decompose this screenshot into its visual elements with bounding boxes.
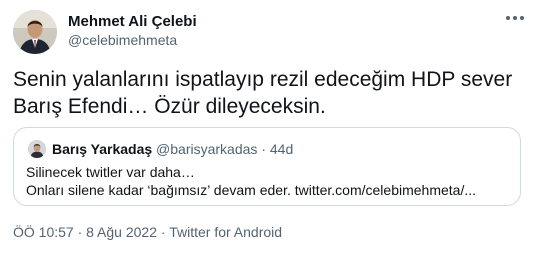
quoted-time[interactable]: 44d [270,141,293,157]
quoted-header: Barış Yarkadaş @barisyarkadas · 44d [52,141,293,157]
separator-dot: · [160,224,166,240]
tweet-text: Senin yalanlarını ispatlayıp rezil edece… [13,66,533,120]
separator-dot: · [261,141,266,157]
author-avatar-image [13,10,57,54]
tweet-source[interactable]: Twitter for Android [169,224,282,240]
quoted-tweet[interactable]: Barış Yarkadaş @barisyarkadas · 44d Sili… [13,127,521,206]
quoted-author-name[interactable]: Barış Yarkadaş [52,141,152,157]
tweet-time[interactable]: ÖÖ 10:57 [13,224,74,240]
tweet-meta: ÖÖ 10:57 · 8 Ağu 2022 · Twitter for Andr… [13,224,282,240]
author-handle[interactable]: @celebimehmeta [68,32,177,48]
quoted-text-line: Silinecek twitler var daha… [26,164,195,180]
more-options-button[interactable] [504,10,526,26]
author-name[interactable]: Mehmet Ali Çelebi [68,13,197,30]
tweet-date[interactable]: 8 Ağu 2022 [86,224,157,240]
tweet-text-line: Senin yalanlarını ispatlayıp rezil edece… [13,68,513,91]
separator-dot: · [77,224,83,240]
more-options-icon [506,16,524,20]
quoted-author-avatar[interactable] [28,140,46,158]
quoted-author-handle[interactable]: @barisyarkadas [156,141,257,157]
tweet-text-line: Barış Efendi… Özür dileyeceksin. [13,95,326,118]
quoted-avatar-image [28,140,46,158]
quoted-text-line: Onları silene kadar ‘bağımsız’ devam ede… [26,182,477,198]
author-avatar[interactable] [13,10,57,54]
